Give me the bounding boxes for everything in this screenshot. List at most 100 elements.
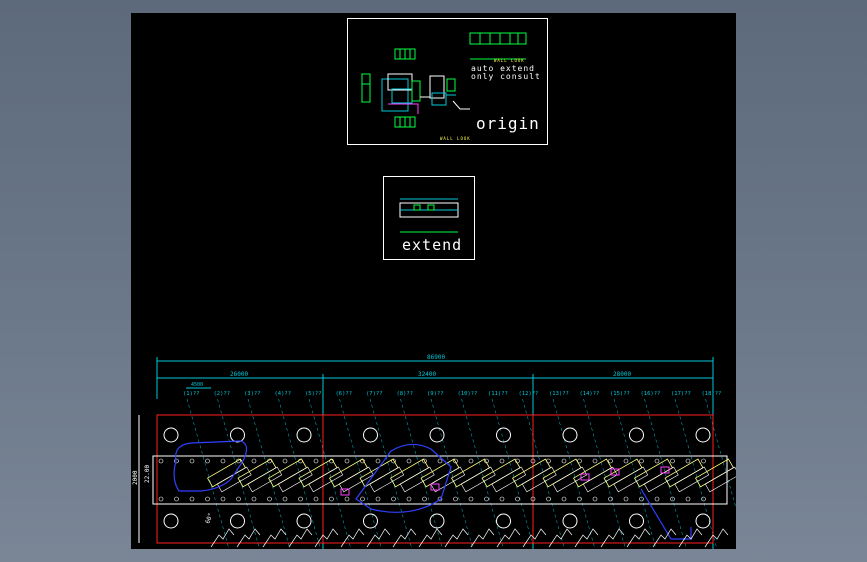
bolt-dot [174,496,179,502]
column-label: (12)?? [519,391,539,397]
bolt-dot [251,496,257,502]
ground-hatch [652,528,677,548]
slanted-beam-inner [674,466,710,493]
column-label: (1)?? [183,391,200,397]
bolt-dot [468,496,474,502]
slanted-beam-inner [308,466,344,493]
ground-hatch [262,528,287,548]
height-dim-text: 2000 [132,470,139,485]
magenta-mark [580,473,590,481]
ground-hatch [704,528,729,548]
anchor-hole [629,427,644,443]
bolt-dot [561,496,567,502]
grid-line [247,398,291,549]
slanted-beam [328,458,369,488]
column-label: (16)?? [641,391,661,397]
bolt-dot [499,496,505,502]
grid-line [613,398,657,549]
column-label: (3)?? [244,391,261,397]
anchor-hole [695,427,711,443]
column-label: (5)?? [305,391,322,397]
anchor-hole [296,427,312,443]
height-dim-text-2: 22.00 [144,465,151,483]
slanted-beam-inner [369,466,405,493]
ground-hatch [210,528,235,548]
bolt-dot [515,496,520,502]
ground-hatch [314,528,339,548]
slanted-beam-inner [247,466,283,493]
grid-line [644,398,687,549]
bolt-dot [313,458,319,464]
bolt-dot [623,496,629,502]
slanted-beam [389,458,430,488]
blue-route [640,488,692,540]
anchor-hole [296,513,312,529]
column-label: (10)?? [458,391,478,397]
bolt-dot [406,496,412,502]
bolt-dot [220,496,226,502]
slanted-beam [359,458,399,488]
bolt-dot [639,458,644,464]
anchor-hole [562,513,578,529]
anchor-hole [230,513,245,529]
origin-viewport[interactable]: WALL LOOK auto extend only consult origi… [347,18,548,145]
anchor-hole [363,427,378,443]
slanted-beam-inner [399,466,435,493]
slanted-beam [603,458,643,488]
anchor-hole [429,427,445,443]
origin-title: origin [476,114,540,133]
column-label: (8)?? [397,391,414,397]
anchor-hole [163,513,179,529]
anchor-hole [163,427,179,443]
ground-hatch [288,528,313,548]
bolt-dot [592,458,598,464]
bolt-dot [329,496,334,502]
grid-line [522,398,565,549]
column-label: (18)?? [702,391,722,397]
bolt-dot [391,496,396,502]
slanted-beam-inner [430,466,466,493]
grid-line [186,398,230,549]
slanted-beam-inner [216,466,252,493]
slanted-beam-inner [460,466,496,493]
slanted-beam [694,458,735,488]
bolt-dot [251,458,257,464]
grid-line [217,398,260,549]
overall-dimension-text: 86900 [427,354,445,361]
bolt-dot [654,458,660,464]
slanted-beam [511,458,552,488]
bolt-dot [484,496,489,502]
column-label: (4)?? [275,391,292,397]
bolt-dot [623,458,629,464]
bolt-dot [282,458,288,464]
cad-model-space[interactable]: WALL LOOK auto extend only consult origi… [131,13,736,549]
anchor-hole [629,513,644,529]
bolt-dot [344,458,350,464]
grid-line [308,398,352,549]
ground-hatch [444,528,469,548]
bolt-dot [267,496,272,502]
plan-drawing[interactable]: 86900 26000 32400 28000 4500 (1)?? (2)?? (3)?? (… [131,349,736,549]
bolt-dot [344,496,350,502]
magenta-mark [340,488,350,496]
ground-hatch [626,528,651,548]
ground-hatch [340,528,365,548]
bolt-dot [205,458,210,464]
bolt-dot [468,458,474,464]
bolt-dot [670,458,675,464]
extend-title: extend [402,236,463,254]
bolt-dot [546,496,551,502]
bolt-dot [437,458,443,464]
segment-dimension-text: 26000 [230,371,248,378]
ground-hatch [418,528,443,548]
column-label: (17)?? [671,391,691,397]
ground-hatch [392,528,417,548]
slanted-beam-inner [552,466,588,493]
bolt-dot [453,496,458,502]
grid-line [400,398,443,549]
extend-viewport[interactable]: extend [383,176,475,260]
blue-route [355,443,452,513]
grid-line [674,398,718,549]
bolt-dot [220,458,226,464]
anchor-hole [230,427,245,443]
